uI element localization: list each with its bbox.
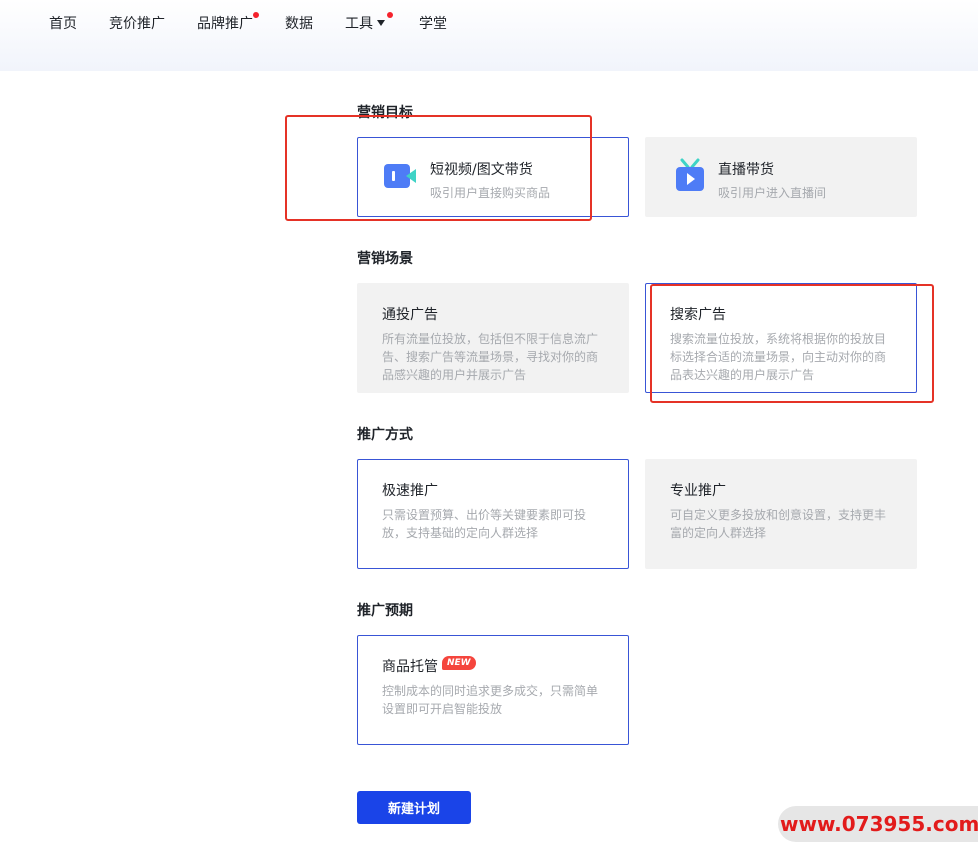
section-title-method: 推广方式 <box>357 427 413 443</box>
card-title: 直播带货 <box>718 162 774 178</box>
card-description: 吸引用户进入直播间 <box>718 186 827 200</box>
nav-item-label: 首页 <box>49 16 77 32</box>
scene-card-general[interactable]: 通投广告 所有流量位投放，包括但不限于信息流广告、搜索广告等流量场景，寻找对你的… <box>357 283 629 393</box>
live-tv-icon <box>676 158 704 191</box>
card-description: 可自定义更多投放和创意设置，支持更丰富的定向人群选择 <box>670 508 887 540</box>
watermark: www.073955.com <box>778 806 978 842</box>
card-title: 短视频/图文带货 <box>430 162 533 178</box>
scene-card-search[interactable]: 搜索广告 搜索流量位投放，系统将根据你的投放目标选择合适的流量场景，向主动对你的… <box>645 283 917 393</box>
card-description: 只需设置预算、出价等关键要素即可投放，支持基础的定向人群选择 <box>382 508 587 540</box>
nav-item-label: 竞价推广 <box>109 16 165 32</box>
notification-dot <box>387 12 393 18</box>
card-title: 极速推广 <box>382 483 438 499</box>
caret-down-icon <box>377 20 385 26</box>
method-card-quick[interactable]: 极速推广 只需设置预算、出价等关键要素即可投放，支持基础的定向人群选择 <box>357 459 629 569</box>
goal-card-video[interactable]: 短视频/图文带货 吸引用户直接购买商品 <box>357 137 629 217</box>
notification-dot <box>253 12 259 18</box>
card-description: 所有流量位投放，包括但不限于信息流广告、搜索广告等流量场景，寻找对你的商品感兴趣… <box>382 332 599 382</box>
video-icon <box>384 164 416 188</box>
goal-card-live[interactable]: 直播带货 吸引用户进入直播间 <box>645 137 917 217</box>
nav-item-home[interactable]: 首页 <box>49 14 77 34</box>
nav-item-label: 品牌推广 <box>197 16 253 32</box>
create-plan-button[interactable]: 新建计划 <box>357 791 471 824</box>
nav-item-tools[interactable]: 工具 <box>345 12 393 34</box>
card-description: 控制成本的同时追求更多成交，只需简单设置即可开启智能投放 <box>382 684 599 716</box>
card-title: 专业推广 <box>670 483 726 499</box>
watermark-text: www.073955.com <box>780 812 978 836</box>
nav-item-bidding[interactable]: 竞价推广 <box>109 14 165 34</box>
method-card-pro[interactable]: 专业推广 可自定义更多投放和创意设置，支持更丰富的定向人群选择 <box>645 459 917 569</box>
nav-item-label: 学堂 <box>419 16 447 32</box>
card-title-row: 商品托管 NEW <box>382 656 476 676</box>
section-title-period: 推广预期 <box>357 603 413 619</box>
card-title: 搜索广告 <box>670 307 726 323</box>
new-badge: NEW <box>442 656 476 670</box>
nav-item-academy[interactable]: 学堂 <box>419 14 447 34</box>
nav-item-label: 数据 <box>285 16 313 32</box>
top-nav-bar: 首页 竞价推广 品牌推广 数据 工具 学堂 <box>0 0 978 71</box>
card-title: 商品托管 <box>382 659 438 675</box>
card-description: 搜索流量位投放，系统将根据你的投放目标选择合适的流量场景，向主动对你的商品表达兴… <box>670 332 887 382</box>
section-title-scene: 营销场景 <box>357 251 413 267</box>
nav-item-data[interactable]: 数据 <box>285 14 313 34</box>
card-description: 吸引用户直接购买商品 <box>430 186 551 200</box>
nav-item-brand[interactable]: 品牌推广 <box>197 12 259 34</box>
card-title: 通投广告 <box>382 307 438 323</box>
nav-item-label: 工具 <box>345 16 373 32</box>
period-card-hosting[interactable]: 商品托管 NEW 控制成本的同时追求更多成交，只需简单设置即可开启智能投放 <box>357 635 629 745</box>
section-title-goal: 营销目标 <box>357 105 413 121</box>
